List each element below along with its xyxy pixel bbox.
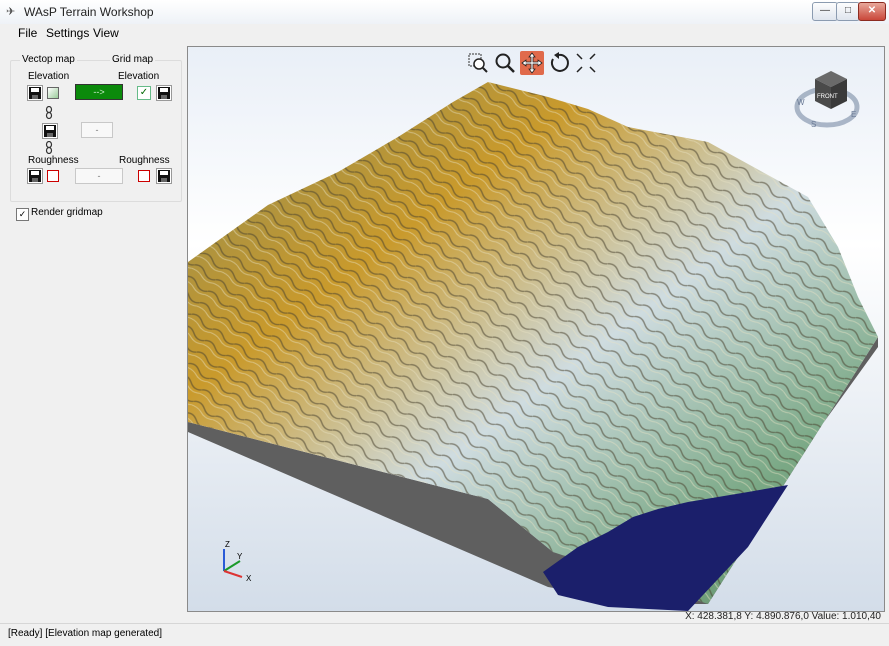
app-icon: ✈ bbox=[6, 6, 16, 18]
menu-settings[interactable]: Settings bbox=[46, 26, 89, 40]
save-grid-roughness-icon[interactable] bbox=[156, 168, 172, 184]
link-chain-icon bbox=[45, 106, 53, 119]
vector-map-title: Vectop map bbox=[20, 54, 77, 65]
close-button[interactable]: ✕ bbox=[858, 2, 886, 21]
menu-view[interactable]: View bbox=[93, 26, 119, 40]
vector-elevation-label: Elevation bbox=[28, 71, 70, 82]
grid-elevation-label: Elevation bbox=[118, 71, 160, 82]
zoom-icon[interactable] bbox=[493, 51, 517, 75]
cursor-coordinates: X: 428.381,8 Y: 4.890.876,0 Value: 1.010… bbox=[685, 611, 881, 622]
save-vector-roughness-icon[interactable] bbox=[27, 168, 43, 184]
maximize-button[interactable]: □ bbox=[836, 2, 860, 21]
compass-w: W bbox=[797, 98, 805, 107]
menu-file[interactable]: File bbox=[18, 26, 37, 40]
menu-bar: File Settings View bbox=[0, 24, 889, 42]
convert-roughness-button[interactable]: - bbox=[75, 168, 123, 184]
fit-view-icon[interactable] bbox=[574, 51, 598, 75]
map-panel: Vectop map Grid map Elevation Elevation … bbox=[8, 44, 183, 604]
compass-e: E bbox=[851, 110, 856, 119]
status-text: [Ready] [Elevation map generated] bbox=[8, 628, 162, 639]
render-gridmap-label: Render gridmap bbox=[31, 207, 103, 218]
terrain-render bbox=[188, 82, 878, 611]
vector-roughness-label: Roughness bbox=[28, 155, 79, 166]
minimize-button[interactable]: — bbox=[812, 2, 838, 21]
convert-elevation-button[interactable]: --> bbox=[75, 84, 123, 100]
window-title: WAsP Terrain Workshop bbox=[24, 5, 154, 19]
axis-y-label: Y bbox=[237, 552, 243, 561]
compass-s: S bbox=[811, 120, 816, 129]
terrain-3d-viewport[interactable]: FRONT W S E Z Y X bbox=[187, 46, 885, 612]
view-cube[interactable]: FRONT W S E bbox=[793, 65, 863, 135]
view-cube-face: FRONT bbox=[817, 94, 838, 100]
axes-gizmo: Z Y X bbox=[223, 540, 252, 583]
vector-elevation-swatch[interactable] bbox=[47, 87, 59, 99]
rotate-icon[interactable] bbox=[547, 51, 571, 75]
title-bar: ✈ WAsP Terrain Workshop — □ ✕ bbox=[0, 0, 889, 25]
zoom-region-icon[interactable] bbox=[466, 51, 490, 75]
save-link-icon[interactable] bbox=[42, 123, 58, 139]
status-bar: [Ready] [Elevation map generated] bbox=[0, 623, 889, 646]
save-grid-elevation-icon[interactable] bbox=[156, 85, 172, 101]
axis-z-label: Z bbox=[225, 540, 230, 549]
render-gridmap-checkbox[interactable]: ✓ bbox=[16, 208, 29, 221]
vector-roughness-swatch[interactable] bbox=[47, 170, 59, 182]
link-chain-icon-lower bbox=[45, 141, 53, 154]
grid-elevation-check[interactable]: ✓ bbox=[137, 86, 151, 100]
grid-map-title: Grid map bbox=[110, 54, 156, 65]
save-vector-elevation-icon[interactable] bbox=[27, 85, 43, 101]
grid-roughness-swatch[interactable] bbox=[138, 170, 150, 182]
axis-x-label: X bbox=[246, 574, 252, 583]
pan-icon[interactable] bbox=[520, 51, 544, 75]
grid-roughness-label: Roughness bbox=[119, 155, 170, 166]
link-dash-button[interactable]: - bbox=[81, 122, 113, 138]
